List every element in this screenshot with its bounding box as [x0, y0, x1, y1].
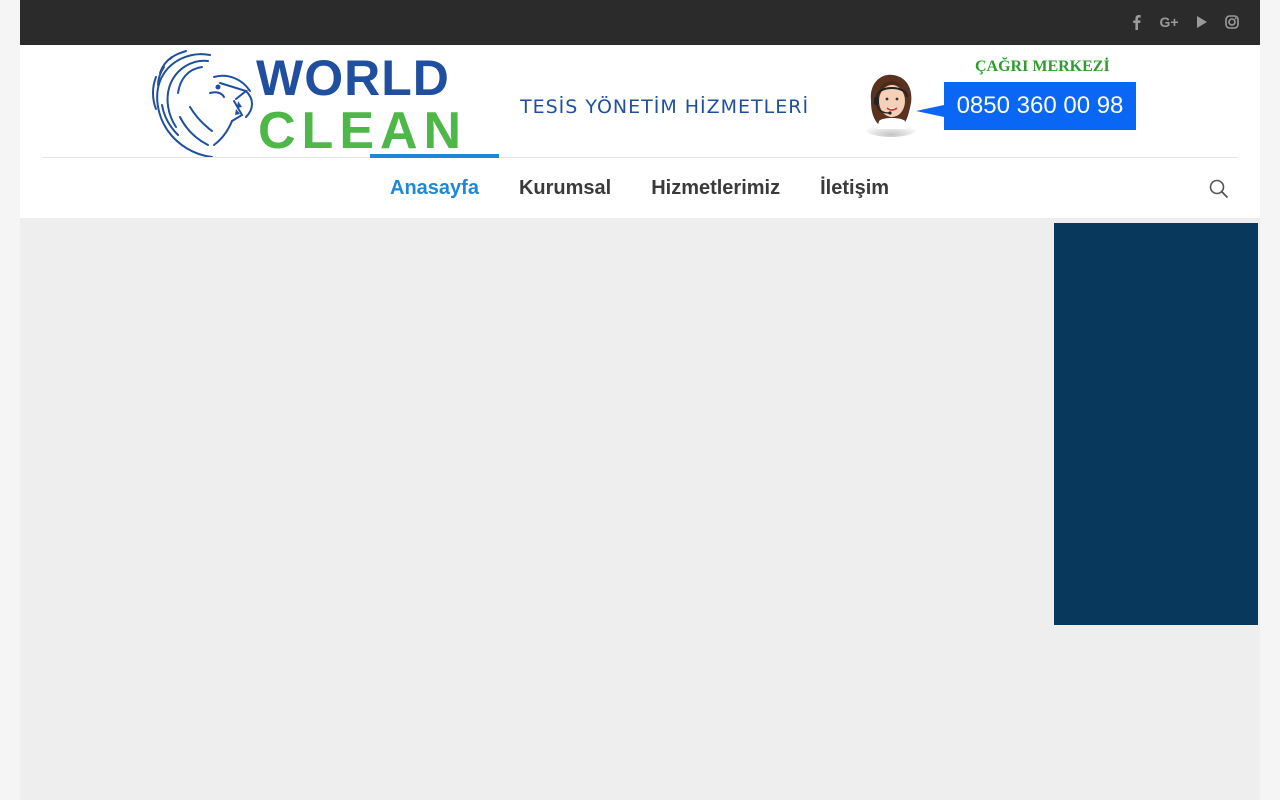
nav-item-hizmetlerimiz[interactable]: Hizmetlerimiz: [631, 158, 800, 218]
main-nav: Anasayfa Kurumsal Hizmetlerimiz İletişim: [370, 158, 909, 218]
nav-item-anasayfa[interactable]: Anasayfa: [370, 158, 499, 218]
youtube-icon[interactable]: [1194, 12, 1210, 32]
sidebar-banner: [1054, 223, 1258, 625]
tagline: TESİS YÖNETİM HİZMETLERİ: [520, 96, 810, 118]
social-links: G+: [1128, 12, 1240, 32]
google-plus-icon[interactable]: G+: [1158, 12, 1180, 32]
phone-pointer: [916, 105, 944, 117]
call-center-title: ÇAĞRI MERKEZİ: [975, 58, 1110, 75]
page: G+ WORLD CLEAN TESİS YÖNETİM HİZMETLERİ …: [20, 0, 1260, 800]
nav-item-iletisim[interactable]: İletişim: [800, 158, 909, 218]
call-center-agent-avatar: [865, 74, 917, 137]
site-logo[interactable]: WORLD CLEAN: [150, 47, 470, 159]
facebook-icon[interactable]: [1128, 12, 1144, 32]
instagram-icon[interactable]: [1224, 12, 1240, 32]
call-center-phone[interactable]: 0850 360 00 98: [944, 82, 1136, 130]
logo-word-world: WORLD: [256, 50, 450, 106]
site-header: WORLD CLEAN TESİS YÖNETİM HİZMETLERİ ÇAĞ…: [20, 45, 1260, 218]
search-icon[interactable]: [1208, 178, 1230, 200]
logo-word-clean: CLEAN: [258, 102, 468, 160]
lion-icon: [152, 50, 253, 158]
top-bar: G+: [20, 0, 1260, 45]
nav-item-kurumsal[interactable]: Kurumsal: [499, 158, 631, 218]
